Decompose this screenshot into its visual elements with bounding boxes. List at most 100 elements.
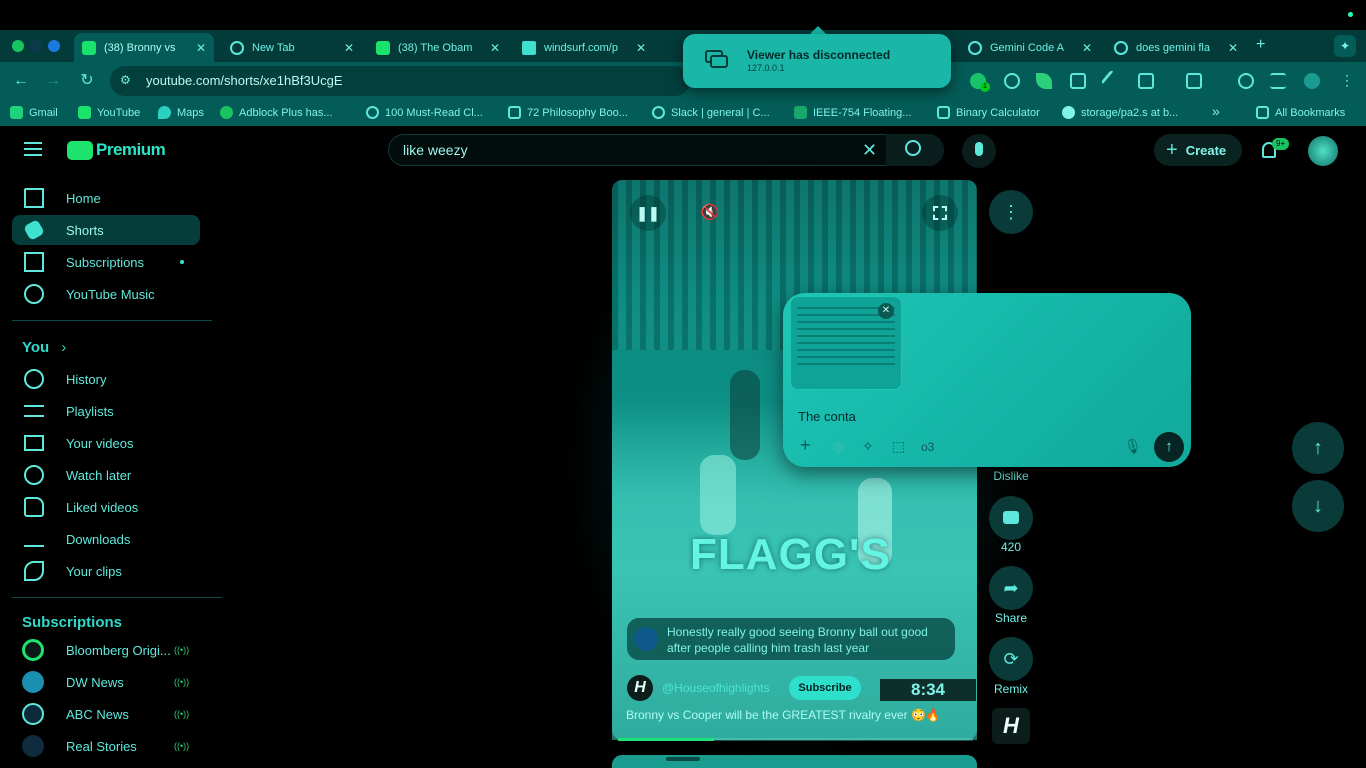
media-icon[interactable] [1270,73,1286,89]
bookmark-100-must-read[interactable]: 100 Must-Read Cl... [366,106,483,119]
microphone-icon[interactable]: 🎙 [1124,438,1142,455]
maps-icon [158,106,171,119]
close-icon[interactable]: ✕ [196,41,206,55]
mute-icon[interactable]: 🔇 [695,198,725,228]
close-icon[interactable]: ✕ [490,41,500,55]
site-info-icon[interactable]: ⚙ [120,73,136,89]
share-button[interactable]: ➦ [989,566,1033,610]
screen-search-icon[interactable] [1186,73,1202,89]
bookmark-adblock[interactable]: Adblock Plus has... [220,106,333,119]
close-icon[interactable]: ✕ [1228,41,1238,55]
sidebar-item-playlists[interactable]: Playlists [12,396,200,426]
add-attachment-icon[interactable]: + [800,435,811,456]
puzzle-icon[interactable] [1070,73,1086,89]
close-icon[interactable]: ✕ [344,41,354,55]
top-strip [0,0,1366,30]
subscription-bloomberg[interactable]: Bloomberg Origi... ((•)) [22,639,189,661]
sidebar-item-your-clips[interactable]: Your clips [12,556,200,586]
hamburger-menu-icon[interactable] [24,142,42,156]
window-min-dot[interactable] [30,40,42,52]
sidebar-item-youtube-music[interactable]: YouTube Music [12,279,200,309]
bookmark-youtube[interactable]: YouTube [78,106,140,119]
sparkle-icon[interactable]: ✦ [1334,35,1356,57]
reload-button[interactable]: ↻ [76,70,98,92]
sidebar-item-home[interactable]: Home [12,183,200,213]
short-title[interactable]: Bronny vs Cooper will be the GREATEST ri… [626,708,941,722]
subscribe-button[interactable]: Subscribe [789,676,861,700]
remix-button[interactable]: ⟳ [989,637,1033,681]
tab-gemini-code[interactable]: Gemini Code A ✕ [960,33,1100,62]
subscription-abc-news[interactable]: ABC News ((•)) [22,703,189,725]
close-icon[interactable]: ✕ [636,41,646,55]
bookmark-gmail[interactable]: Gmail [10,106,58,119]
send-button[interactable]: ↑ [1154,432,1184,462]
profile-avatar[interactable] [1304,73,1320,89]
bookmark-binary-calculator[interactable]: Binary Calculator [937,106,1040,119]
chrome-icon [230,40,244,55]
new-tab-button[interactable]: + [1256,36,1265,54]
remove-attachment-icon[interactable]: ✕ [878,303,894,319]
close-icon[interactable]: ✕ [1082,41,1092,55]
sidebar-divider [12,597,222,598]
globe-icon[interactable]: ◍ [832,438,844,455]
select-area-icon[interactable]: ⬚ [892,438,905,455]
sidebar-item-shorts[interactable]: Shorts [12,215,200,245]
channel-avatar[interactable]: H [627,675,653,701]
atom-icon[interactable] [1004,73,1020,89]
comments-count: 420 [1000,540,1022,554]
bookmark-slack[interactable]: Slack | general | C... [652,106,770,119]
tab-gemini-flash[interactable]: does gemini fla ✕ [1106,33,1246,62]
subscription-dw-news[interactable]: DW News ((•)) [22,671,189,693]
sidebar-item-your-videos[interactable]: Your videos [12,428,200,458]
next-short-button[interactable]: ↓ [1292,480,1344,532]
previous-short-button[interactable]: ↑ [1292,422,1344,474]
search-input[interactable]: like weezy [403,142,468,158]
sidebar-item-watch-later[interactable]: Watch later [12,460,200,490]
all-bookmarks[interactable]: All Bookmarks [1256,106,1345,119]
bookmark-philosophy[interactable]: 72 Philosophy Boo... [508,106,628,119]
sidebar-you-heading[interactable]: You › [22,339,66,356]
bookmark-storage[interactable]: storage/pa2.s at b... [1062,106,1178,119]
pause-button[interactable]: ❚❚ [630,195,666,231]
telescope-icon[interactable]: ✧ [862,438,874,455]
youtube-logo[interactable]: Premium [67,140,166,160]
thumbs-up-icon [24,497,44,517]
extensions-icon[interactable] [1138,73,1154,89]
live-indicator-icon: ((•)) [174,677,190,687]
kebab-menu-icon[interactable]: ⋮ [1340,72,1354,89]
tab-obama[interactable]: (38) The Obam ✕ [368,33,508,62]
forward-button[interactable]: → [42,70,64,92]
clear-search-icon[interactable]: ✕ [862,140,877,161]
search-box[interactable] [388,134,944,166]
ai-prompt-input[interactable]: The conta [798,409,856,424]
sidebar-item-downloads[interactable]: Downloads [12,524,200,554]
channel-name[interactable]: @Houseofhighlights [662,681,770,695]
bookmark-maps[interactable]: Maps [158,106,204,119]
flame-icon [366,106,379,119]
model-selector[interactable]: o3 [921,440,934,454]
subscription-real-stories[interactable]: Real Stories ((•)) [22,735,189,757]
tab-bronny[interactable]: (38) Bronny vs ✕ [74,33,214,62]
sidebar-item-subscriptions[interactable]: Subscriptions [12,247,200,277]
back-button[interactable]: ← [10,70,32,92]
fullscreen-button[interactable] [922,195,958,231]
sidebar-item-history[interactable]: History [12,364,200,394]
window-max-dot[interactable] [48,40,60,52]
comments-button[interactable] [989,496,1033,540]
bookmarks-overflow[interactable]: » [1212,103,1220,119]
bookmark-ieee[interactable]: IEEE-754 Floating... [794,106,911,119]
more-options-button[interactable]: ⋮ [989,190,1033,234]
gmail-icon [10,106,23,119]
sound-source-thumbnail[interactable]: H [992,708,1030,744]
sidebar-item-liked-videos[interactable]: Liked videos [12,492,200,522]
account-avatar[interactable] [1308,136,1338,166]
tab-new-tab[interactable]: New Tab ✕ [222,33,362,62]
bloomberg-avatar [22,639,44,661]
tab-windsurf[interactable]: windsurf.com/p ✕ [514,33,654,62]
url-text[interactable]: youtube.com/shorts/xe1hBf3UcgE [146,73,343,88]
window-close-dot[interactable] [12,40,24,52]
create-button[interactable]: + Create [1154,134,1242,166]
drag-handle[interactable] [666,757,700,761]
sync-icon[interactable] [1238,73,1254,89]
toast-subtitle: 127.0.0.1 [747,63,785,73]
